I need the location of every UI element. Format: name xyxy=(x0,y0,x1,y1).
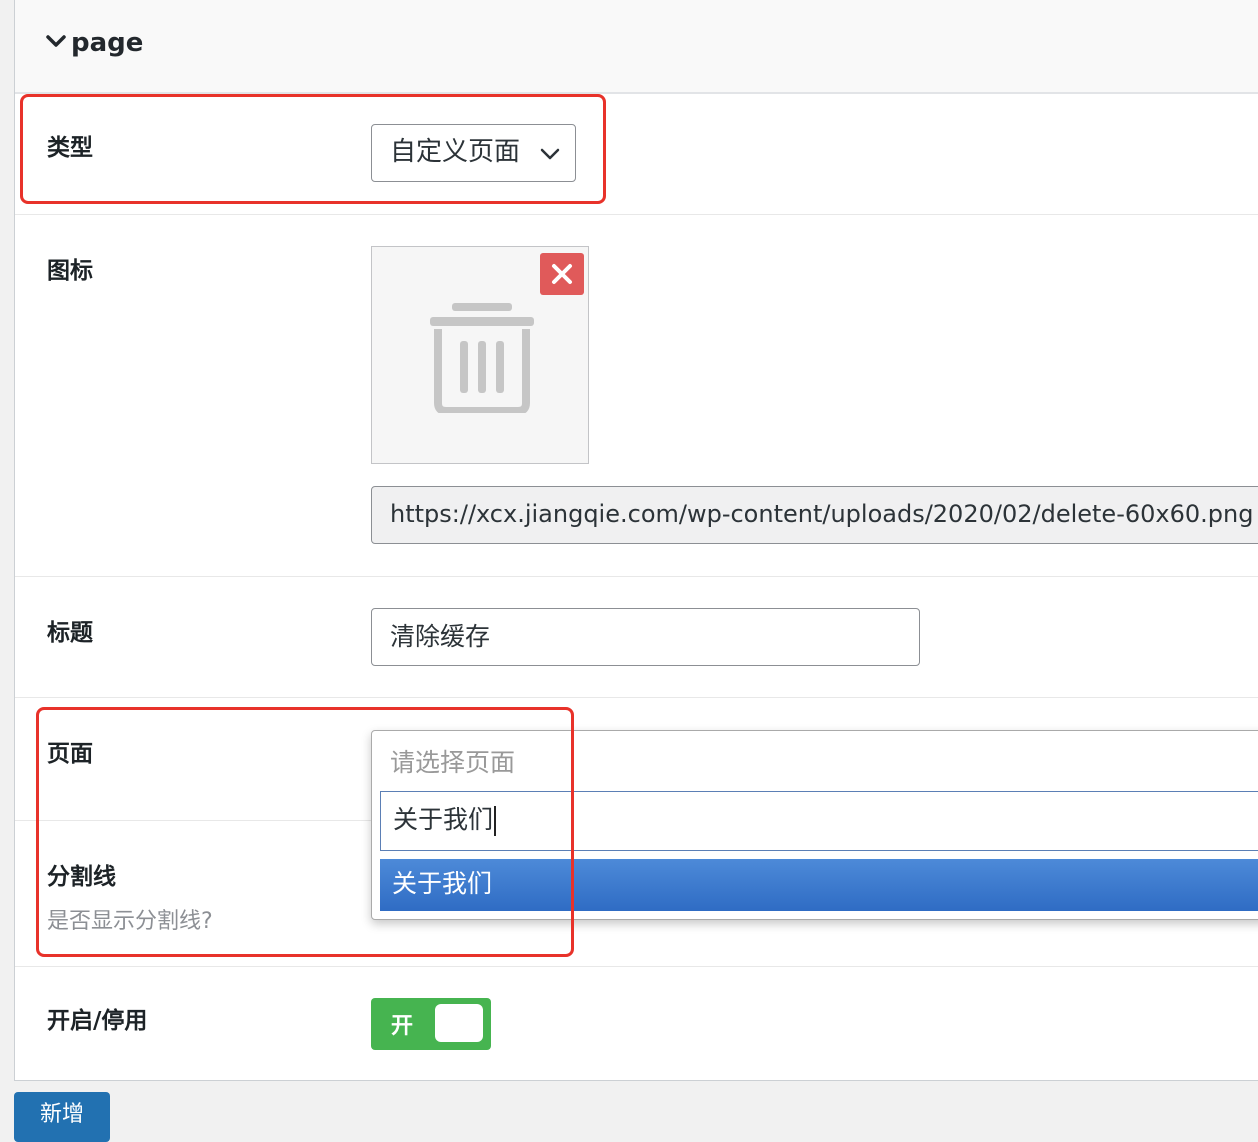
title-input[interactable]: 清除缓存 xyxy=(371,608,920,666)
icon-preview[interactable] xyxy=(371,246,589,464)
trash-icon xyxy=(430,303,534,413)
panel-header[interactable]: page xyxy=(15,0,1258,94)
enable-toggle[interactable]: 开 xyxy=(371,998,491,1050)
chevron-down-icon xyxy=(46,35,66,47)
icon-url-input[interactable]: https://xcx.jiangqie.com/wp-content/uplo… xyxy=(371,486,1258,544)
toggle-state-label: 开 xyxy=(391,1014,414,1039)
title-label: 标题 xyxy=(47,620,93,646)
panel-title: page xyxy=(71,28,144,58)
close-icon xyxy=(552,264,572,284)
remove-image-button[interactable] xyxy=(540,253,584,295)
enable-row: 开启/停用 xyxy=(15,967,1258,1079)
toggle-knob xyxy=(435,1004,483,1042)
enable-label: 开启/停用 xyxy=(47,1008,148,1034)
icon-label: 图标 xyxy=(47,258,93,284)
highlight-box-type xyxy=(20,94,606,204)
highlight-box-page xyxy=(36,707,574,957)
add-button[interactable]: 新增 xyxy=(14,1092,110,1142)
